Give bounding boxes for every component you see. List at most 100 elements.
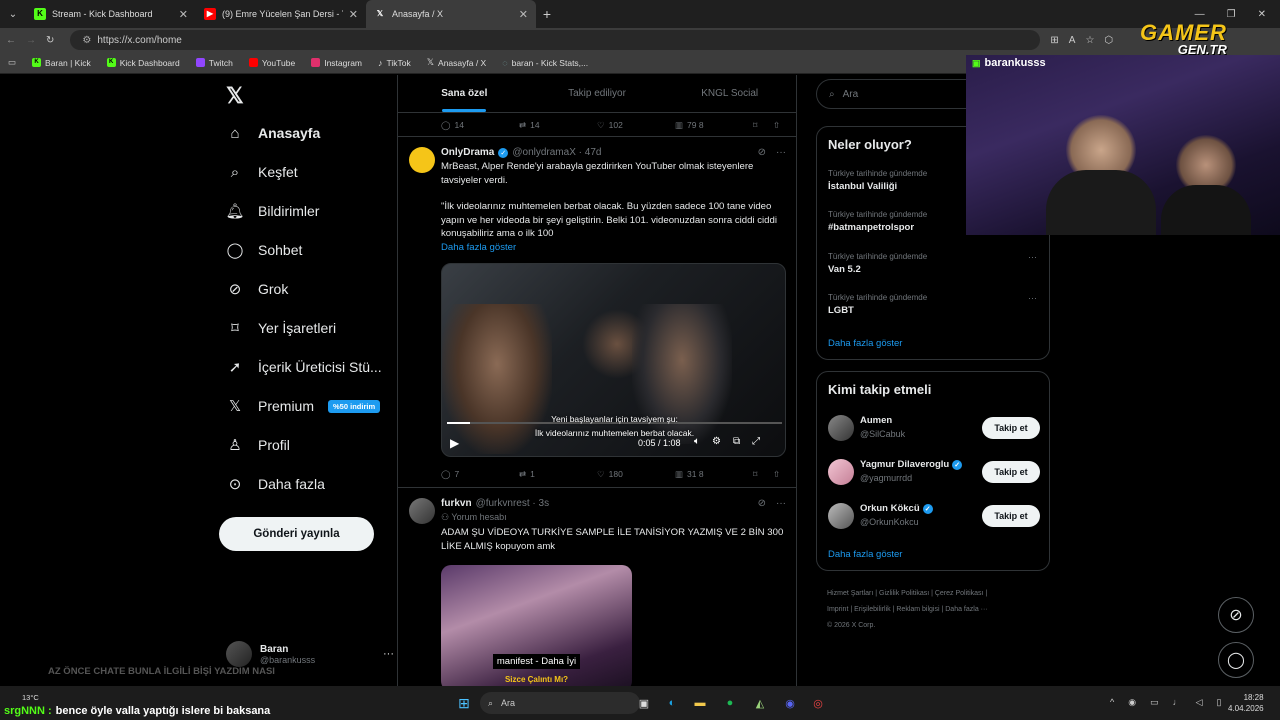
more-icon[interactable]: ··· [383,648,394,660]
trend-item[interactable]: Türkiye tarihinde gündemde LGBT [828,293,927,316]
show-more-link[interactable]: Daha fazla göster [828,549,902,560]
like-button[interactable]: ♡ 180 [597,469,675,480]
tab-for-you[interactable]: Sana özel [398,75,531,112]
url-field[interactable]: ⚙ https://x.com/home [70,30,1041,50]
nav-notifications[interactable]: 🔔︎ Bildirimler [225,202,319,220]
minimize-icon[interactable]: — [1195,9,1205,20]
battery-icon[interactable]: ▯ [1217,697,1222,708]
play-icon[interactable]: ▶ [450,436,459,450]
account-switcher[interactable]: Baran @barankusss ··· [226,641,394,667]
discord-icon[interactable]: ◉ [780,693,800,713]
task-view-icon[interactable]: ▣ [634,693,654,713]
nav-grok[interactable]: ⊘ Grok [226,280,289,298]
tray-chevron-icon[interactable]: ^ [1110,697,1114,708]
more-icon[interactable]: ··· [1028,293,1037,303]
views-button[interactable]: ▥ 79 8 [675,120,753,131]
volume-icon[interactable]: 🔈︎ [694,436,700,447]
like-button[interactable]: ♡ 102 [597,120,675,131]
bookmark-tiktok[interactable]: ♪ TikTok [378,58,411,68]
more-icon[interactable]: ··· [776,498,786,509]
bookmark-twitch[interactable]: Twitch [195,58,233,68]
reload-icon[interactable]: ↻ [46,35,54,46]
reply-button[interactable]: ◯ 7 [441,469,519,480]
follow-button[interactable]: Takip et [982,417,1040,439]
bookmark-star-icon[interactable]: ☆ [1085,35,1094,46]
share-icon[interactable]: ⇧ [773,469,780,480]
spotify-icon[interactable]: ● [720,693,740,713]
bookmark-kick-stats[interactable]: ◌ baran - Kick Stats,... [502,58,588,68]
trend-item[interactable]: Türkiye tarihinde gündemde #batmanpetrols… [828,210,927,233]
messages-float-button[interactable]: ◯ [1218,642,1254,678]
apps-icon[interactable]: ▭ [8,57,16,68]
edge-icon[interactable]: ◐ [662,693,682,713]
bookmark-instagram[interactable]: Instagram [311,58,362,68]
video-player[interactable]: Yeni başlayanlar için tavsiyem şu: İlk v… [441,263,786,457]
follow-suggestion[interactable]: Orkun Kökcü ✓ @OrkunKokcu Takip et [828,501,1040,531]
windows-start-icon[interactable]: ⊞ [454,693,474,713]
x-logo-icon[interactable]: 𝕏 [226,83,244,109]
follow-button[interactable]: Takip et [982,505,1040,527]
tab-following[interactable]: Takip ediliyor [531,75,664,112]
bookmark-kick-dashboard[interactable]: K Kick Dashboard [106,58,180,68]
mic-icon[interactable]: ♩ [1173,697,1182,708]
bookmark-baran-kick[interactable]: K Baran | Kick [32,58,91,68]
nav-premium[interactable]: 𝕏 Premium %50 indirim [226,397,381,415]
back-icon[interactable]: ← [6,35,16,46]
nav-chat[interactable]: ◯ Sohbet [226,241,303,259]
show-more-link[interactable]: Daha fazla göster [828,338,902,349]
nav-bookmarks[interactable]: ⌑ Yer İşaretleri [226,319,336,337]
site-info-icon[interactable]: ⚙ [82,35,91,46]
pip-icon[interactable]: ⧉ [733,436,740,447]
discord-tray-icon[interactable]: ◉ [1128,697,1136,708]
close-icon[interactable]: ✕ [519,8,528,21]
taskbar-search[interactable]: ⌕ Ara [480,692,640,714]
nav-profile[interactable]: ♙ Profil [226,436,290,454]
repost-button[interactable]: ⇄ 1 [519,469,597,480]
views-button[interactable]: ▥ 31 8 [675,469,753,480]
new-tab-icon[interactable]: + [536,6,558,22]
tweet-onlydrama[interactable]: OnlyDrama ✓ @onlydramaX · 47d ⊘ ··· MrBe… [398,137,796,488]
app-icon[interactable]: ◭ [750,693,770,713]
follow-button[interactable]: Takip et [982,461,1040,483]
grok-icon[interactable]: ⊘ [758,147,766,158]
nav-explore[interactable]: ⌕ Keşfet [226,163,298,181]
bookmark-youtube[interactable]: YouTube [248,58,295,68]
bookmark-icon[interactable]: ⌑ [753,469,773,480]
reply-button[interactable]: ◯ 14 [441,120,519,131]
more-icon[interactable]: ··· [776,147,786,158]
post-button[interactable]: Gönderi yayınla [219,517,374,551]
maximize-icon[interactable]: ❐ [1227,9,1236,20]
repost-button[interactable]: ⇄ 14 [519,120,597,131]
network-icon[interactable]: ▭ [1150,697,1159,708]
translate-icon[interactable]: A [1069,35,1076,46]
tweet-media[interactable]: manifest - Daha İyi Sizce Çalıntı Mı? [441,565,632,686]
window-close-icon[interactable]: ✕ [1258,9,1266,20]
footer-line[interactable]: Imprint | Erişilebilirlik | Reklam bilgi… [827,602,1047,618]
nav-home[interactable]: ⌂ Anasayfa [226,124,320,142]
weather-widget[interactable]: 13°C [22,693,39,702]
bookmark-x[interactable]: 𝕏 Anasayfa / X [427,57,486,68]
more-icon[interactable]: ··· [1028,252,1037,262]
tab-x-home[interactable]: 𝕏 Anasayfa / X ✕ [366,0,536,28]
explorer-icon[interactable]: ▬ [690,693,710,713]
author-name[interactable]: furkvn [441,498,472,509]
follow-suggestion[interactable]: Yagmur Dilaveroglu ✓ @yagmurrdd Takip et [828,457,1040,487]
extension-icon[interactable]: ⊞ [1050,35,1058,46]
nav-more[interactable]: ⊙ Daha fazla [226,475,325,493]
trend-item[interactable]: Türkiye tarihinde gündemde İstanbul Valil… [828,169,927,192]
bookmark-icon[interactable]: ⌑ [753,120,773,131]
tab-youtube[interactable]: ▶ (9) Emre Yücelen Şan Dersi - YouT ✕ [196,0,366,28]
tab-list-icon[interactable]: ⌄ [0,9,26,20]
follow-suggestion[interactable]: Aumen @SilCabuk Takip et [828,413,1040,443]
close-icon[interactable]: ✕ [179,8,188,21]
forward-icon[interactable]: → [26,35,36,46]
chrome-icon[interactable]: ◎ [808,693,828,713]
show-more-link[interactable]: Daha fazla göster [441,242,786,253]
extensions-icon[interactable]: ⬡ [1104,35,1113,46]
volume-icon[interactable]: ◁ [1196,697,1203,708]
grok-icon[interactable]: ⊘ [758,498,766,509]
trend-item[interactable]: Türkiye tarihinde gündemde Van 5.2 [828,252,927,275]
grok-float-button[interactable]: ⊘ [1218,597,1254,633]
clock[interactable]: 18:28 4.04.2026 [1228,692,1264,714]
nav-creator-studio[interactable]: ➚ İçerik Üreticisi Stü... [226,358,382,376]
